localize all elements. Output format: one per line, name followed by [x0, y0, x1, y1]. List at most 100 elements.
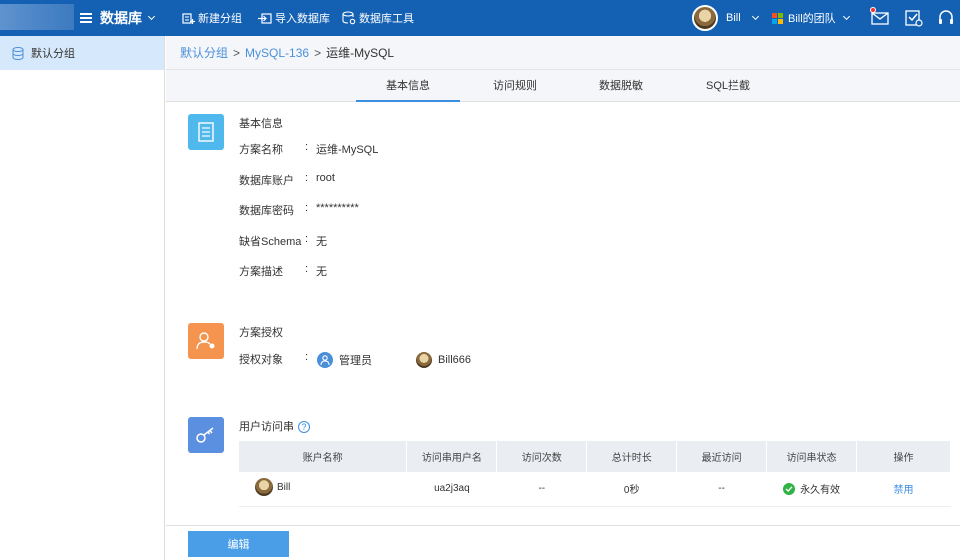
- tab-basic-info[interactable]: 基本信息: [356, 70, 460, 102]
- new-group-label: 新建分组: [198, 13, 242, 25]
- cell-account: Bill: [239, 472, 407, 507]
- checklist-icon: [905, 10, 923, 27]
- disable-link[interactable]: 禁用: [894, 485, 914, 496]
- field-label-db-password: 数据库密码: [239, 205, 294, 217]
- chevron-down-icon: [842, 12, 850, 20]
- breadcrumb-current: 运维-MySQL: [326, 46, 395, 60]
- sidebar-item-default-group[interactable]: 默认分组: [0, 36, 164, 70]
- column-header: 最近访问: [676, 441, 768, 472]
- column-header: 总计时长: [586, 441, 678, 472]
- check-circle-icon: [783, 482, 796, 495]
- breadcrumb-database[interactable]: MySQL-136: [245, 46, 309, 60]
- tasks-button[interactable]: [903, 8, 923, 28]
- field-label-db-account: 数据库账户: [239, 175, 294, 187]
- chevron-down-icon: [147, 12, 156, 20]
- authorization-title: 方案授权: [239, 327, 283, 339]
- avatar: [416, 352, 432, 368]
- authorization-label: 授权对象: [239, 354, 283, 366]
- status-text: 永久有效: [800, 485, 841, 497]
- tab-sql-intercept[interactable]: SQL拦截: [676, 70, 780, 102]
- app-menu-button[interactable]: 数据库: [80, 0, 156, 36]
- field-colon: :: [305, 172, 309, 184]
- team-menu[interactable]: Bill的团队: [772, 0, 850, 36]
- help-icon[interactable]: ?: [298, 421, 310, 434]
- table-header-row: 账户名称 访问串用户名 访问次数 总计时长 最近访问 访问串状态 操作: [239, 441, 951, 472]
- app-title: 数据库: [100, 10, 142, 26]
- document-icon: [188, 114, 224, 150]
- database-tools-button[interactable]: 数据库工具: [342, 0, 414, 36]
- field-colon: :: [305, 233, 309, 245]
- import-icon: [258, 12, 272, 24]
- user-name: Bill: [726, 12, 741, 24]
- basic-info-title: 基本信息: [239, 118, 283, 130]
- database-icon: [12, 46, 24, 60]
- column-header: 访问次数: [496, 441, 588, 472]
- column-header: 访问串用户名: [406, 441, 498, 472]
- breadcrumb-separator: >: [233, 45, 241, 60]
- import-database-label: 导入数据库: [275, 13, 330, 25]
- tab-access-rules[interactable]: 访问规则: [463, 70, 567, 102]
- cell-username: ua2j3aq: [406, 472, 497, 507]
- divider: [166, 525, 960, 526]
- breadcrumb-separator: >: [314, 45, 322, 60]
- access-strings-table: 账户名称 访问串用户名 访问次数 总计时长 最近访问 访问串状态 操作 Bill…: [239, 441, 951, 507]
- account-name: Bill: [277, 481, 291, 493]
- access-strings-title: 用户访问串?: [239, 418, 310, 434]
- sidebar-item-label: 默认分组: [31, 48, 75, 60]
- field-value-description: 无: [316, 266, 327, 278]
- field-value-scheme-name: 运维-MySQL: [316, 144, 379, 156]
- logo: [0, 4, 74, 30]
- breadcrumb: 默认分组 > MySQL-136 > 运维-MySQL: [166, 36, 960, 70]
- column-header: 操作: [856, 441, 951, 472]
- access-strings-title-text: 用户访问串: [239, 421, 294, 433]
- headset-icon: [939, 10, 953, 24]
- status-badge: 永久有效: [783, 481, 840, 496]
- key-icon: [188, 417, 224, 453]
- avatar: [255, 478, 273, 497]
- user-settings-icon: [188, 323, 224, 359]
- support-button[interactable]: [936, 8, 956, 28]
- team-logo-icon: [772, 12, 783, 24]
- field-label-default-schema: 缺省Schema: [239, 236, 302, 248]
- top-bar: 数据库 新建分组 导入数据库 数据库工具 Bill Bill的团队: [0, 0, 960, 36]
- cell-count: --: [496, 472, 587, 507]
- column-header: 访问串状态: [766, 441, 858, 472]
- messages-button[interactable]: [870, 7, 890, 28]
- field-label-scheme-name: 方案名称: [239, 144, 283, 156]
- import-database-button[interactable]: 导入数据库: [258, 0, 330, 36]
- tools-icon: [342, 11, 356, 25]
- new-group-button[interactable]: 新建分组: [182, 0, 242, 36]
- grant-subject-admin: 管理员: [317, 352, 372, 368]
- team-name: Bill的团队: [788, 13, 836, 25]
- avatar: [692, 5, 718, 31]
- cell-action: 禁用: [856, 472, 951, 507]
- edit-button[interactable]: 编辑: [188, 531, 289, 557]
- admin-group-icon: [317, 352, 333, 368]
- field-label-description: 方案描述: [239, 266, 283, 278]
- field-colon: :: [305, 202, 309, 214]
- new-group-icon: [182, 12, 195, 24]
- tab-data-masking[interactable]: 数据脱敏: [569, 70, 673, 102]
- hamburger-icon: [80, 13, 92, 23]
- main-content: 默认分组 > MySQL-136 > 运维-MySQL 基本信息 访问规则 数据…: [166, 36, 960, 560]
- grant-subject-name: Bill666: [438, 354, 472, 366]
- grant-subject-user: Bill666: [416, 352, 471, 368]
- field-value-db-password: **********: [316, 202, 359, 214]
- field-value-default-schema: 无: [316, 236, 327, 248]
- cell-duration: 0秒: [586, 472, 677, 507]
- column-header: 账户名称: [239, 441, 408, 472]
- row-user: Bill: [255, 478, 291, 497]
- cell-last-access: --: [676, 472, 767, 507]
- tab-bar: 基本信息 访问规则 数据脱敏 SQL拦截: [166, 70, 960, 102]
- user-menu[interactable]: Bill: [692, 0, 759, 36]
- table-row: Bill ua2j3aq -- 0秒 -- 永久有效 禁用: [239, 472, 951, 507]
- field-value-db-account: root: [316, 172, 335, 184]
- database-tools-label: 数据库工具: [359, 13, 414, 25]
- cell-status: 永久有效: [766, 472, 857, 507]
- field-colon: :: [305, 141, 309, 153]
- grant-subject-name: 管理员: [339, 355, 372, 367]
- sidebar: 默认分组: [0, 36, 165, 560]
- field-colon: :: [305, 351, 309, 363]
- chevron-down-icon: [751, 12, 759, 20]
- breadcrumb-default-group[interactable]: 默认分组: [180, 44, 228, 61]
